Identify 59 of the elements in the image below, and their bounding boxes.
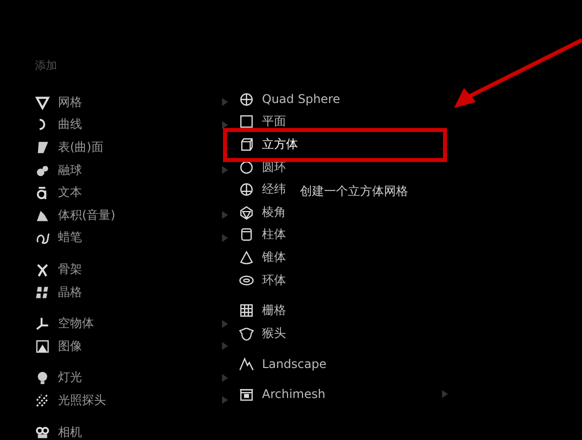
camera-icon bbox=[35, 424, 50, 440]
menu-item[interactable]: 锥体 bbox=[236, 246, 300, 269]
torus-icon bbox=[239, 272, 254, 288]
surface-icon bbox=[35, 140, 50, 155]
menu-item[interactable]: 网格 bbox=[32, 91, 228, 114]
submenu-arrow-icon bbox=[442, 390, 448, 398]
submenu-arrow-icon bbox=[222, 396, 228, 404]
box-icon bbox=[239, 386, 254, 402]
square-icon bbox=[239, 114, 254, 130]
menu-item[interactable]: 灯光 bbox=[32, 366, 228, 390]
submenu-arrow-icon bbox=[222, 234, 228, 242]
menu-item[interactable]: 圆环 bbox=[236, 156, 300, 178]
submenu-arrow-icon bbox=[222, 374, 228, 382]
menu-item[interactable]: 环体 bbox=[236, 268, 300, 292]
menu-item[interactable]: 骨架 bbox=[32, 258, 228, 281]
stick-figure-icon bbox=[35, 262, 50, 277]
grid-squares-icon bbox=[35, 284, 50, 300]
menu-item[interactable]: 光照探头 bbox=[32, 389, 228, 412]
cube-icon bbox=[239, 136, 254, 152]
menu-item[interactable]: 经纬 bbox=[236, 178, 300, 201]
image-icon bbox=[35, 338, 50, 354]
menu-title: 添加 bbox=[34, 58, 58, 73]
menu-item[interactable]: 蜡笔 bbox=[32, 226, 228, 250]
menu-item[interactable]: Quad Sphere bbox=[236, 88, 354, 111]
menu-item[interactable]: Landscape bbox=[236, 352, 340, 376]
menu-item[interactable]: 棱角 bbox=[236, 200, 300, 224]
menu-item[interactable]: 图像 bbox=[32, 334, 228, 358]
menu-item[interactable]: 文本 bbox=[32, 181, 228, 204]
menu-item[interactable]: 相机 bbox=[32, 420, 228, 440]
grid-icon bbox=[239, 303, 254, 318]
circle-icon bbox=[239, 160, 254, 175]
menu-item[interactable]: Archimesh bbox=[236, 383, 448, 406]
submenu-arrow-icon bbox=[222, 211, 228, 220]
tooltip-text: 创建一个立方体网格 bbox=[300, 183, 408, 200]
axes-icon bbox=[35, 316, 50, 332]
cone-icon bbox=[239, 250, 254, 265]
menu-item[interactable]: 曲线 bbox=[32, 114, 228, 136]
menu-item[interactable]: 空物体 bbox=[32, 312, 228, 335]
triangle-icon bbox=[35, 94, 50, 110]
submenu-arrow-icon bbox=[222, 320, 228, 328]
bulb-icon bbox=[35, 370, 50, 386]
menu-item[interactable]: 平面 bbox=[236, 110, 300, 134]
polyhedron-icon bbox=[239, 204, 254, 220]
submenu-arrow-icon bbox=[222, 98, 228, 106]
submenu-arrow-icon bbox=[222, 120, 228, 129]
menu-item[interactable]: 体积(音量) bbox=[32, 204, 228, 227]
submenu-arrow-icon bbox=[222, 342, 228, 350]
menu-item[interactable]: 猴头 bbox=[236, 322, 300, 345]
submenu-arrow-icon bbox=[222, 166, 228, 174]
cylinder-icon bbox=[239, 227, 254, 242]
menu-item[interactable]: 栅格 bbox=[236, 299, 300, 322]
menu-item[interactable]: 立方体 bbox=[236, 133, 312, 156]
menu-item[interactable]: 晶格 bbox=[32, 280, 228, 304]
menu-item[interactable]: 表(曲)面 bbox=[32, 136, 228, 159]
menu-item[interactable]: 融球 bbox=[32, 158, 228, 182]
peaks-icon bbox=[239, 356, 254, 372]
sphere-icon bbox=[239, 92, 254, 107]
sphere-icon bbox=[239, 182, 254, 198]
menu-item[interactable]: 柱体 bbox=[236, 224, 300, 246]
